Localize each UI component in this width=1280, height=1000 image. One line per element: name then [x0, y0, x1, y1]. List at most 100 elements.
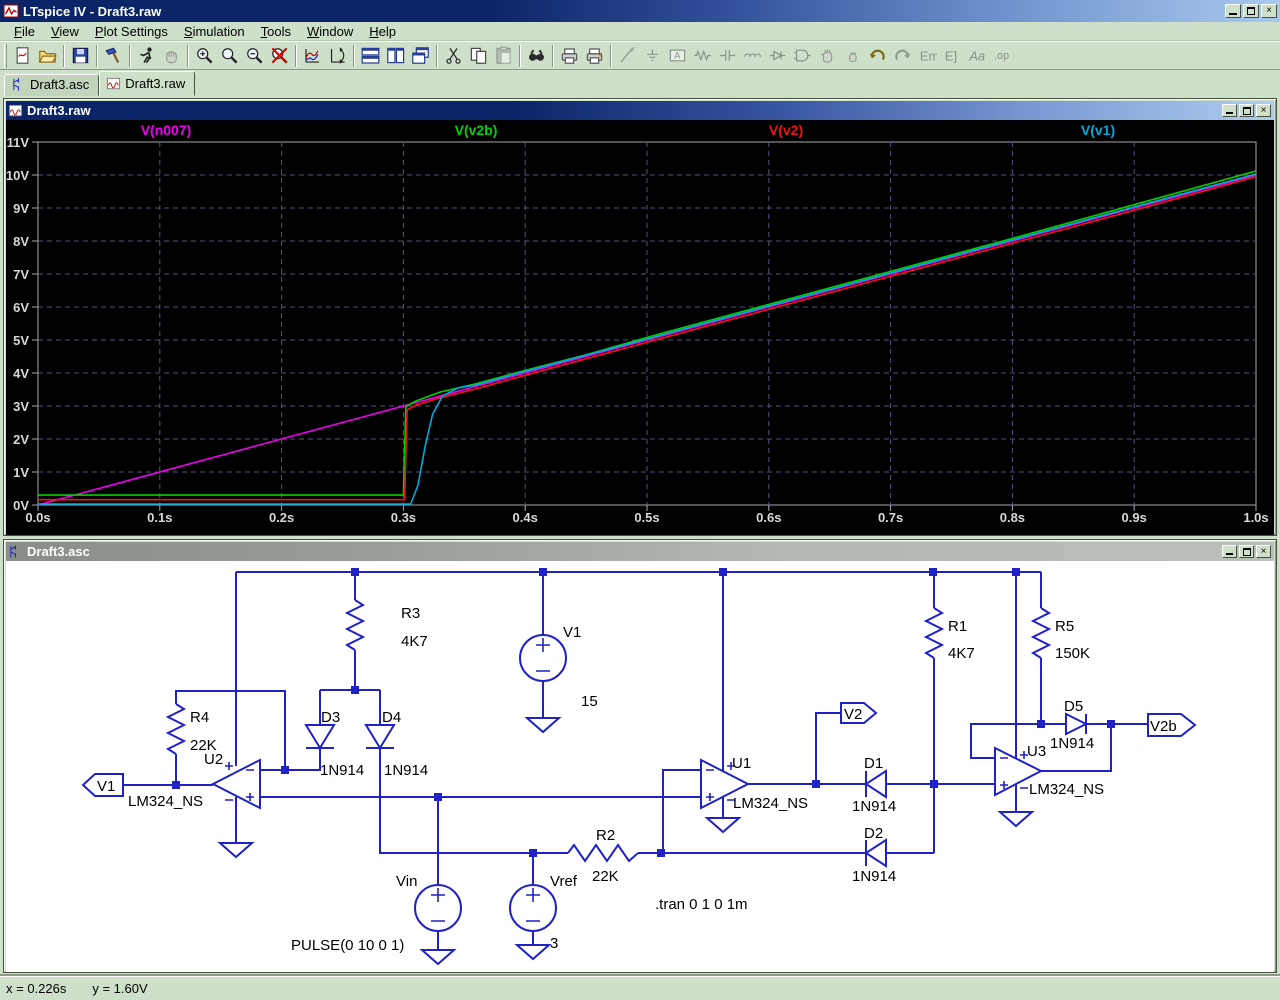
svg-text:5V: 5V	[13, 333, 29, 348]
cut-button[interactable]	[441, 44, 466, 68]
resistor-R4[interactable]	[165, 703, 187, 755]
menu-item-simulation[interactable]: Simulation	[176, 23, 253, 40]
waveform-window-title: Draft3.raw	[27, 103, 91, 118]
print-preview-icon	[561, 48, 578, 64]
schematic-minimize-button[interactable]	[1222, 545, 1237, 558]
schematic-label-D5: D5	[1064, 698, 1083, 715]
waveform-minimize-button[interactable]	[1222, 104, 1237, 117]
diode-D4[interactable]	[364, 724, 396, 750]
resistor-R2[interactable]	[567, 843, 639, 863]
open-file-button[interactable]	[35, 44, 60, 68]
legend-item-V(n007)[interactable]: V(n007)	[141, 122, 192, 138]
zoom-back-button[interactable]	[217, 44, 242, 68]
menu-item-plot-settings[interactable]: Plot Settings	[87, 23, 176, 40]
diode-D5[interactable]	[1065, 712, 1089, 736]
menu-item-window[interactable]: Window	[299, 23, 361, 40]
text-button: Aa	[965, 44, 990, 68]
resistor-icon	[694, 49, 711, 62]
svg-text:.op: .op	[994, 50, 1009, 62]
diode-D2[interactable]	[864, 838, 887, 868]
cascade-button[interactable]	[408, 44, 433, 68]
schematic-label-D4: D4	[382, 709, 401, 726]
ground-icon	[647, 48, 658, 61]
svg-text:V2b: V2b	[1150, 718, 1177, 735]
waveform-window-titlebar[interactable]: Draft3.raw ×	[6, 101, 1274, 120]
new-schematic-button[interactable]	[10, 44, 35, 68]
tab-draft3-raw[interactable]: Draft3.raw	[99, 71, 196, 96]
find-button[interactable]	[524, 44, 549, 68]
port-flag-V2b[interactable]: V2b	[1147, 713, 1197, 737]
zoom-full-button[interactable]	[267, 44, 292, 68]
svg-text:1V: 1V	[13, 465, 29, 480]
new-schematic-icon	[16, 47, 29, 64]
resistor-R5[interactable]	[1030, 607, 1052, 659]
halt-icon	[166, 51, 177, 64]
waveform-maximize-button[interactable]	[1239, 104, 1254, 117]
schematic-close-button[interactable]: ×	[1256, 545, 1271, 558]
waveform-plot-area[interactable]: V(n007) V(v2b) V(v2) V(v1) 0V 1V 2V 3V 4V 5V 6V 7V…	[6, 120, 1274, 535]
resistor-R1[interactable]	[923, 607, 945, 659]
run-button[interactable]	[134, 44, 159, 68]
schematic-labels: R3 4K7 V1 15 D3 D4 1N914 1N914 R4 22K U2 LM324_NS Vi…	[128, 605, 1104, 954]
mirror-icon: E]	[945, 48, 957, 63]
menu-item-file[interactable]: File	[6, 23, 43, 40]
print-icon	[586, 48, 603, 64]
move-icon	[820, 49, 833, 63]
menu-item-help[interactable]: Help	[361, 23, 404, 40]
inductor-icon	[744, 53, 762, 57]
schematic-label-U2: U2	[204, 751, 223, 768]
tab-bar: Draft3.asc Draft3.raw	[0, 70, 1280, 96]
zoom-in-button[interactable]	[192, 44, 217, 68]
schematic-window-titlebar[interactable]: Draft3.asc ×	[6, 542, 1274, 561]
legend-item-V(v2)[interactable]: V(v2)	[769, 122, 803, 138]
schematic-label-1N914: 1N914	[852, 798, 896, 815]
resistor-button	[690, 44, 715, 68]
schematic-label-R2: R2	[596, 827, 615, 844]
ground-button	[640, 44, 665, 68]
port-flag-V2[interactable]: V2	[840, 702, 878, 724]
legend-item-V(v2b)[interactable]: V(v2b)	[455, 122, 498, 138]
mark-data-button[interactable]	[325, 44, 350, 68]
print-button[interactable]	[582, 44, 607, 68]
legend-item-V(v1)[interactable]: V(v1)	[1081, 122, 1115, 138]
svg-text:A: A	[674, 51, 681, 62]
undo-button[interactable]	[865, 44, 890, 68]
print-preview-button[interactable]	[557, 44, 582, 68]
diode-D3[interactable]	[304, 724, 336, 750]
schematic-label-3: 3	[550, 935, 558, 952]
waveform-close-button[interactable]: ×	[1256, 104, 1271, 117]
port-flag-V1[interactable]: V1	[81, 773, 124, 797]
copy-icon	[470, 47, 487, 64]
schematic-canvas[interactable]: V1 V2 V2b R3 4K7 V1 15 D3 D4 1N914 1N914 R4 22K U2…	[6, 561, 1274, 972]
app-close-button[interactable]: ×	[1261, 4, 1277, 18]
resistor-R3[interactable]	[344, 599, 366, 651]
toolbar-separator	[436, 44, 438, 67]
app-restore-button[interactable]	[1243, 4, 1259, 18]
svg-text:0.4s: 0.4s	[513, 510, 538, 525]
schematic-maximize-button[interactable]	[1239, 545, 1254, 558]
schematic-file-icon	[13, 78, 19, 91]
diode-D1[interactable]	[864, 769, 887, 799]
trace-legend: V(n007) V(v2b) V(v2) V(v1)	[6, 122, 1274, 138]
zoom-out-button[interactable]	[242, 44, 267, 68]
waveform-chart[interactable]: 0V1V2V3V4V5V6V7V8V9V10V11V0.0s 0.1s 0.2s 0.…	[6, 120, 1274, 535]
control-panel-button[interactable]	[101, 44, 126, 68]
toolbar-separator	[187, 44, 189, 67]
cursor-y-readout: y = 1.60V	[92, 981, 148, 996]
app-minimize-button[interactable]	[1225, 4, 1241, 18]
voltage-source-Vin[interactable]	[414, 884, 462, 932]
voltage-source-Vref[interactable]	[509, 884, 557, 932]
toolbar-separator	[63, 44, 65, 67]
menu-item-tools[interactable]: Tools	[253, 23, 299, 40]
autorange-button[interactable]	[300, 44, 325, 68]
tile-vertical-button[interactable]	[383, 44, 408, 68]
zoom-back-icon	[222, 48, 238, 64]
save-button[interactable]	[68, 44, 93, 68]
tile-horizontal-button[interactable]	[358, 44, 383, 68]
schematic-label-R5: R5	[1055, 618, 1074, 635]
menu-item-view[interactable]: View	[43, 23, 87, 40]
copy-button[interactable]	[466, 44, 491, 68]
ltspice-logo-icon	[3, 3, 19, 19]
tab-draft3-asc[interactable]: Draft3.asc	[4, 74, 100, 96]
voltage-source-V1[interactable]	[519, 634, 567, 682]
